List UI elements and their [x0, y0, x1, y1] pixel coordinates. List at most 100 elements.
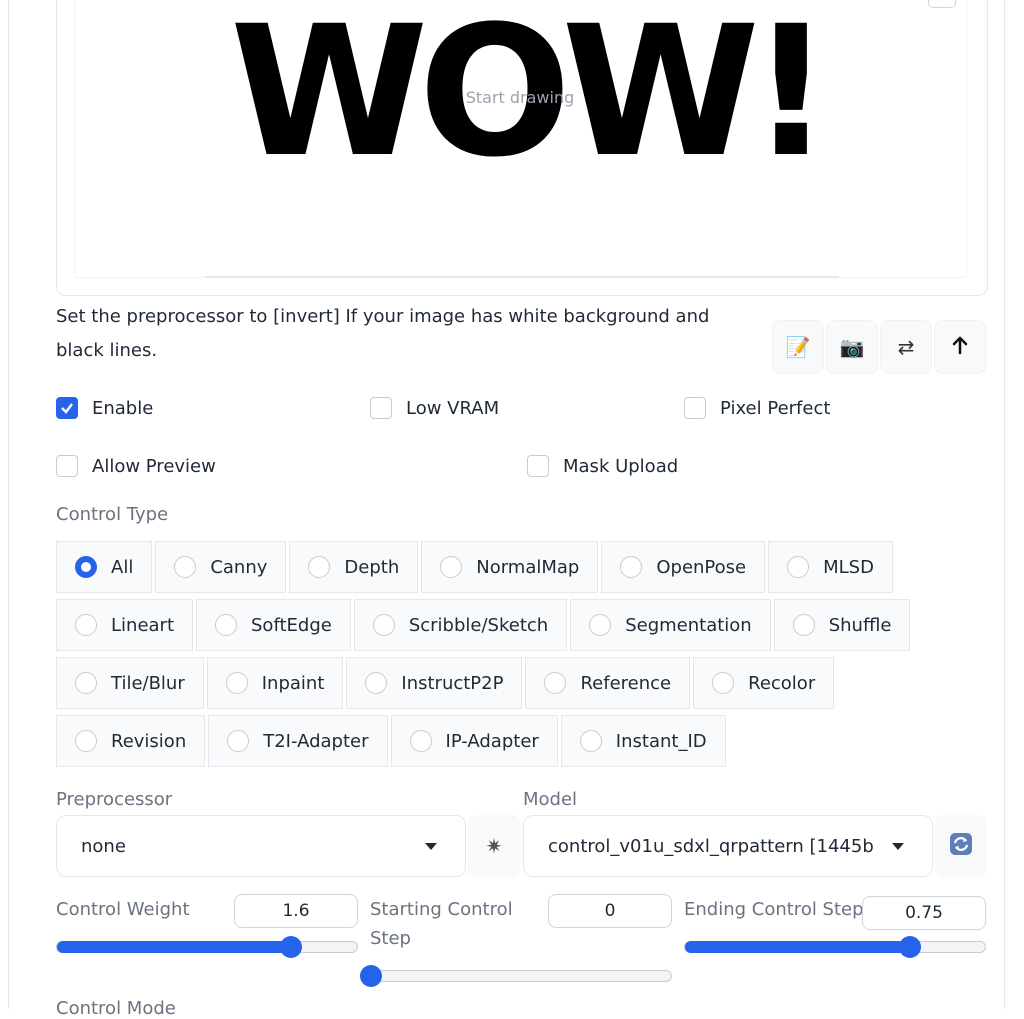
refresh-icon: [949, 832, 973, 861]
radio-option[interactable]: InstructP2P: [346, 657, 523, 709]
radio-option[interactable]: Lineart: [56, 599, 193, 651]
radio-option[interactable]: MLSD: [768, 541, 893, 593]
radio-option[interactable]: Reference: [525, 657, 691, 709]
radio-circle[interactable]: [409, 730, 432, 752]
enable-checkbox[interactable]: Enable: [56, 397, 153, 419]
radio-option-label: T2I-Adapter: [263, 730, 369, 752]
ending-control-step-slider[interactable]: [684, 936, 986, 958]
refresh-models-button[interactable]: [935, 815, 987, 877]
radio-option[interactable]: Scribble/Sketch: [353, 599, 568, 651]
radio-option[interactable]: NormalMap: [421, 541, 599, 593]
mask-upload-box[interactable]: [527, 455, 549, 477]
low-vram-label: Low VRAM: [406, 397, 500, 419]
radio-option-label: SoftEdge: [251, 614, 332, 636]
radio-option[interactable]: SoftEdge: [196, 599, 351, 651]
radio-option[interactable]: Tile/Blur: [56, 657, 204, 709]
radio-circle[interactable]: [440, 556, 463, 578]
starting-control-step-slider[interactable]: [360, 965, 672, 987]
canvas-scrollbar[interactable]: [205, 276, 839, 278]
radio-circle[interactable]: [75, 614, 97, 636]
radio-circle[interactable]: [75, 730, 97, 752]
radio-option-label: NormalMap: [476, 556, 580, 578]
canvas-corner-button[interactable]: [928, 0, 956, 8]
radio-circle[interactable]: [308, 556, 331, 578]
panel-border-right: [1004, 0, 1005, 1009]
radio-row: Tile/Blur Inpaint InstructP2P Reference …: [56, 657, 936, 715]
pixel-perfect-label: Pixel Perfect: [720, 397, 831, 419]
control-weight-slider[interactable]: [56, 936, 358, 958]
pixel-perfect-checkbox[interactable]: Pixel Perfect: [684, 397, 830, 419]
preprocessor-dropdown[interactable]: none: [56, 815, 466, 877]
radio-option-label: Revision: [111, 730, 187, 752]
mask-upload-checkbox[interactable]: Mask Upload: [527, 455, 678, 477]
mask-upload-label: Mask Upload: [563, 455, 679, 477]
radio-circle[interactable]: [792, 614, 815, 636]
radio-circle[interactable]: [75, 556, 97, 578]
radio-option[interactable]: Depth: [289, 541, 419, 593]
radio-option-label: Inpaint: [261, 672, 325, 694]
radio-option[interactable]: Revision: [56, 715, 206, 767]
radio-option[interactable]: T2I-Adapter: [208, 715, 388, 767]
preprocessor-value: none: [81, 835, 126, 857]
radio-circle[interactable]: [365, 672, 388, 694]
swap-button[interactable]: ⇄: [880, 320, 932, 374]
radio-option-label: InstructP2P: [401, 672, 504, 694]
allow-preview-checkbox[interactable]: Allow Preview: [56, 455, 216, 477]
radio-option[interactable]: Canny: [155, 541, 287, 593]
radio-option-label: MLSD: [823, 556, 874, 578]
radio-circle[interactable]: [227, 730, 250, 752]
slider-thumb[interactable]: [280, 936, 302, 958]
low-vram-box[interactable]: [370, 397, 392, 419]
allow-preview-box[interactable]: [56, 455, 78, 477]
send-up-icon: [951, 335, 969, 360]
model-dropdown[interactable]: control_v01u_sdxl_qrpattern [1445b: [523, 815, 933, 877]
enable-check-icon[interactable]: [56, 397, 78, 419]
radio-circle[interactable]: [174, 556, 197, 578]
radio-option-label: Lineart: [111, 614, 174, 636]
radio-circle[interactable]: [589, 614, 612, 636]
radio-option[interactable]: Inpaint: [206, 657, 344, 709]
run-preprocessor-button[interactable]: ✷: [468, 815, 520, 877]
radio-option[interactable]: IP-Adapter: [390, 715, 558, 767]
radio-option-label: Recolor: [748, 672, 816, 694]
edit-button[interactable]: 📝: [772, 320, 824, 374]
enable-label: Enable: [92, 397, 154, 419]
slider-thumb[interactable]: [360, 965, 382, 987]
radio-circle[interactable]: [225, 672, 248, 694]
ending-control-step-label: Ending Control Step: [684, 899, 864, 920]
explosion-icon: ✷: [485, 834, 503, 858]
preprocessor-hint: Set the preprocessor to [invert] If your…: [56, 306, 710, 361]
radio-circle[interactable]: [75, 672, 97, 694]
ending-control-step-input[interactable]: 0.75: [862, 896, 986, 930]
radio-circle[interactable]: [544, 672, 567, 694]
radio-circle[interactable]: [620, 556, 643, 578]
radio-option[interactable]: All: [56, 541, 153, 593]
radio-option-label: Segmentation: [625, 614, 752, 636]
radio-option[interactable]: Shuffle: [773, 599, 911, 651]
model-value: control_v01u_sdxl_qrpattern [1445b: [548, 835, 874, 857]
radio-option[interactable]: OpenPose: [601, 541, 766, 593]
low-vram-checkbox[interactable]: Low VRAM: [370, 397, 499, 419]
pixel-perfect-box[interactable]: [684, 397, 706, 419]
radio-option-label: Reference: [580, 672, 672, 694]
radio-circle[interactable]: [787, 556, 810, 578]
camera-button[interactable]: 📷: [826, 320, 878, 374]
radio-circle[interactable]: [579, 730, 602, 752]
radio-row: Lineart SoftEdge Scribble/Sketch Segment…: [56, 599, 936, 657]
radio-circle[interactable]: [215, 614, 237, 636]
control-weight-input[interactable]: 1.6: [234, 894, 358, 928]
panel-border-left: [8, 0, 9, 1009]
radio-row: All Canny Depth NormalMap OpenPose MLSD: [56, 541, 936, 599]
radio-option[interactable]: Segmentation: [570, 599, 771, 651]
starting-control-step-input[interactable]: 0: [548, 894, 672, 928]
radio-circle[interactable]: [712, 672, 735, 694]
canvas-placeholder: Start drawing: [465, 88, 575, 107]
control-type-label: Control Type: [56, 504, 169, 525]
control-type-radio-group: All Canny Depth NormalMap OpenPose MLSD …: [56, 541, 936, 773]
radio-option[interactable]: Instant_ID: [560, 715, 726, 767]
radio-circle[interactable]: [372, 614, 395, 636]
radio-option[interactable]: Recolor: [693, 657, 835, 709]
radio-option-label: Scribble/Sketch: [408, 614, 549, 636]
send-up-button[interactable]: [934, 320, 986, 374]
slider-thumb[interactable]: [899, 936, 921, 958]
